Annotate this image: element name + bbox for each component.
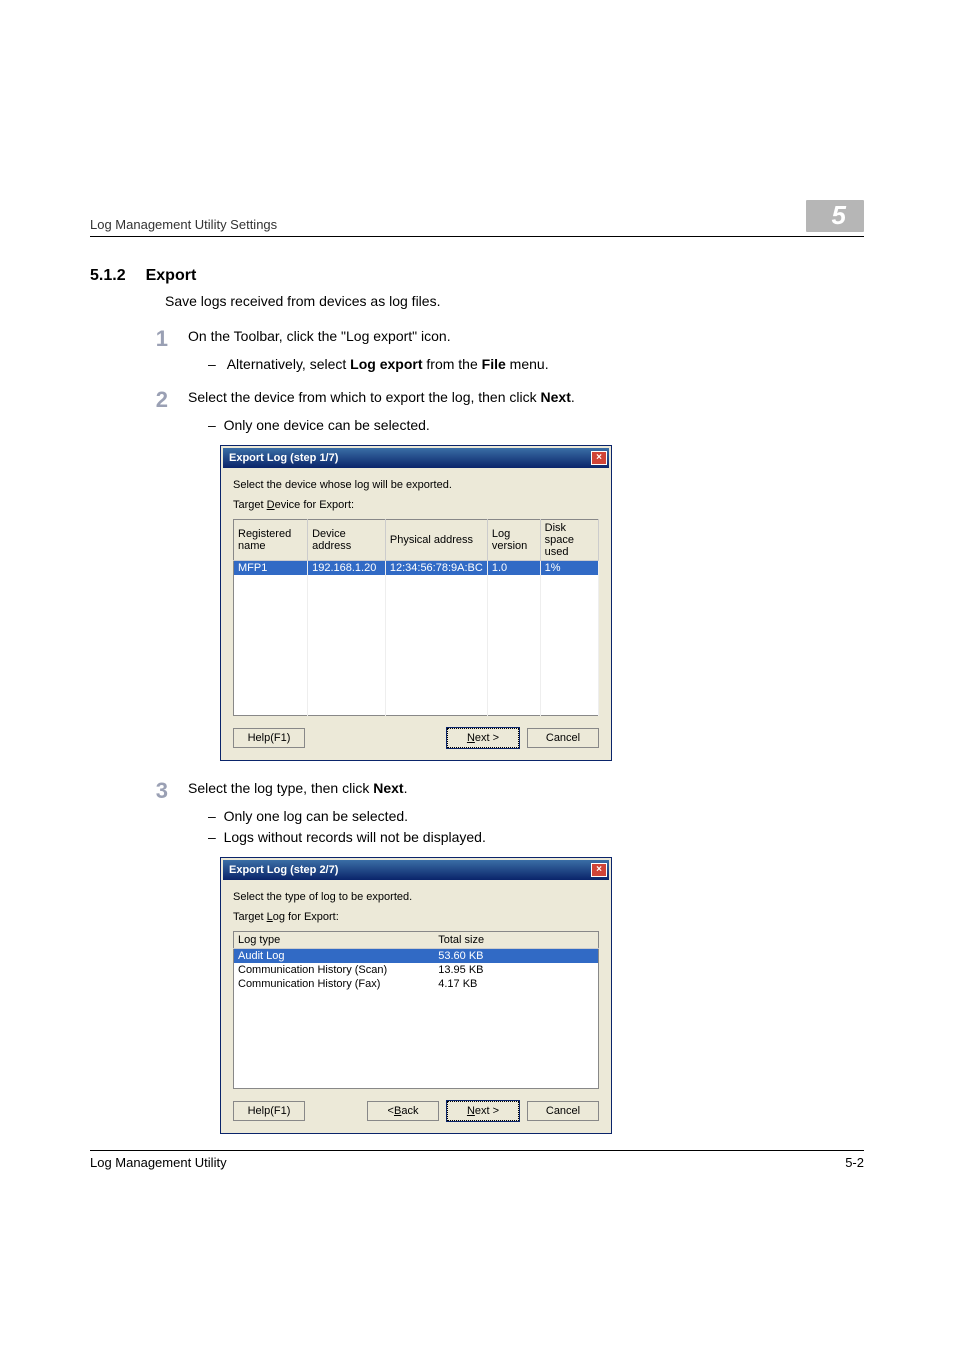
col-registered-name[interactable]: Registered name: [234, 520, 308, 561]
step3-sub1: Only one log can be selected.: [208, 807, 864, 826]
device-row[interactable]: MFP1 192.168.1.20 12:34:56:78:9A:BC 1.0 …: [234, 561, 599, 576]
log-row[interactable]: Audit Log53.60 KB: [234, 948, 599, 963]
close-icon[interactable]: ×: [591, 451, 607, 465]
next-button[interactable]: Next >: [447, 1101, 519, 1121]
dialog2-list-label: Target Log for Export:: [233, 911, 599, 923]
step-number-2: 2: [150, 388, 168, 412]
chapter-number-badge: 5: [806, 200, 864, 232]
step-number-3: 3: [150, 779, 168, 803]
section-title: Export: [146, 267, 197, 285]
back-button[interactable]: < Back: [367, 1101, 439, 1121]
step3-text: Select the log type, then click Next.: [188, 779, 407, 798]
next-button[interactable]: Next >: [447, 728, 519, 748]
col-total-size[interactable]: Total size: [434, 931, 525, 948]
device-table[interactable]: Registered name Device address Physical …: [233, 519, 599, 716]
footer-page-number: 5-2: [845, 1155, 864, 1170]
cancel-button[interactable]: Cancel: [527, 1101, 599, 1121]
dialog1-list-label: Target Device for Export:: [233, 499, 599, 511]
col-log-version[interactable]: Log version: [487, 520, 540, 561]
step3-sub2: Logs without records will not be display…: [208, 828, 864, 847]
page-header: Log Management Utility Settings: [90, 217, 277, 232]
export-log-dialog-step2: Export Log (step 2/7) × Select the type …: [220, 857, 612, 1135]
step2-text: Select the device from which to export t…: [188, 388, 575, 407]
dialog1-instruction: Select the device whose log will be expo…: [233, 479, 599, 491]
step1-sub1: Alternatively, select Log export from th…: [208, 355, 864, 374]
section-number: 5.1.2: [90, 267, 126, 285]
step2-sub1: Only one device can be selected.: [208, 416, 864, 435]
cancel-button[interactable]: Cancel: [527, 728, 599, 748]
help-button[interactable]: Help(F1): [233, 728, 305, 748]
help-button[interactable]: Help(F1): [233, 1101, 305, 1121]
log-row[interactable]: Communication History (Fax)4.17 KB: [234, 977, 599, 991]
col-physical-address[interactable]: Physical address: [385, 520, 487, 561]
log-type-table[interactable]: Log type Total size Audit Log53.60 KB Co…: [233, 931, 599, 1090]
step1-text: On the Toolbar, click the "Log export" i…: [188, 327, 451, 346]
close-icon[interactable]: ×: [591, 863, 607, 877]
export-log-dialog-step1: Export Log (step 1/7) × Select the devic…: [220, 445, 612, 761]
step-number-1: 1: [150, 327, 168, 351]
section-lead-in: Save logs received from devices as log f…: [165, 293, 864, 309]
dialog1-title: Export Log (step 1/7): [229, 452, 338, 464]
col-disk-space[interactable]: Disk space used: [540, 520, 598, 561]
col-device-address[interactable]: Device address: [308, 520, 386, 561]
col-log-type[interactable]: Log type: [234, 931, 435, 948]
log-row[interactable]: Communication History (Scan)13.95 KB: [234, 963, 599, 977]
dialog2-instruction: Select the type of log to be exported.: [233, 891, 599, 903]
col-empty: [526, 931, 599, 948]
dialog2-title: Export Log (step 2/7): [229, 864, 338, 876]
footer-product-name: Log Management Utility: [90, 1155, 227, 1170]
